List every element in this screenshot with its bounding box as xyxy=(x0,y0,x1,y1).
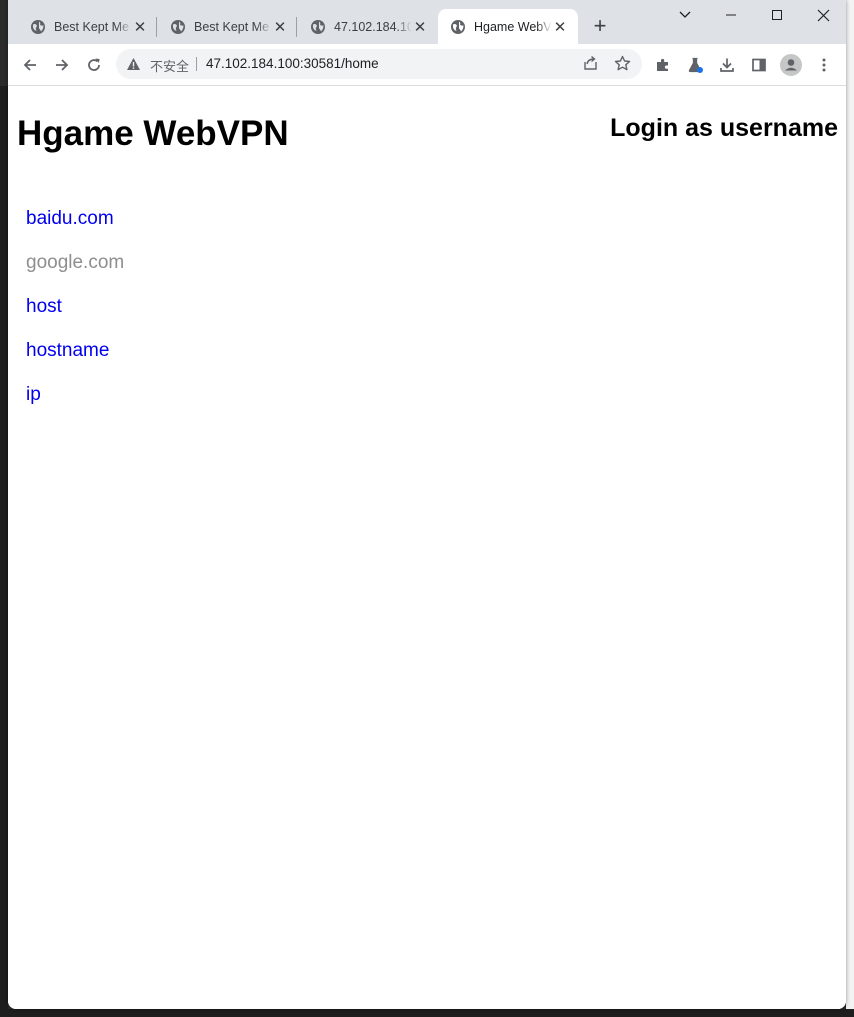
browser-toolbar: 不安全 47.102.184.100:30581/home xyxy=(8,44,846,86)
list-item: ip xyxy=(26,384,124,428)
chevron-down-icon xyxy=(679,11,691,18)
page-title: Hgame WebVPN xyxy=(17,114,289,153)
tab-3[interactable]: 47.102.184.10 ✕ xyxy=(298,9,438,44)
close-icon[interactable]: ✕ xyxy=(552,19,568,36)
link-hostname[interactable]: hostname xyxy=(26,340,109,361)
downloads-button[interactable] xyxy=(714,52,740,78)
tab-strip: Best Kept Me ✕ Best Kept Me ✕ 47.102.184… xyxy=(8,0,846,44)
browser-window: Best Kept Me ✕ Best Kept Me ✕ 47.102.184… xyxy=(8,0,846,1009)
star-icon[interactable] xyxy=(614,55,631,72)
tab-divider xyxy=(296,17,297,37)
tab-title: Best Kept Me xyxy=(194,19,270,34)
maximize-icon xyxy=(772,10,782,20)
tab-search-button[interactable] xyxy=(670,4,700,26)
puzzle-icon xyxy=(657,58,668,71)
download-icon xyxy=(720,58,734,72)
flask-icon xyxy=(688,57,703,73)
side-panel-button[interactable] xyxy=(746,52,772,78)
close-icon[interactable]: ✕ xyxy=(272,19,288,36)
list-item: host xyxy=(26,296,124,340)
more-vert-icon xyxy=(822,58,826,72)
background-bottom-strip xyxy=(0,1009,854,1017)
link-google[interactable]: google.com xyxy=(26,252,124,273)
background-editor-strip xyxy=(0,86,8,1016)
labs-button[interactable] xyxy=(682,52,708,78)
close-icon[interactable]: ✕ xyxy=(412,19,428,36)
security-status-label[interactable]: 不安全 xyxy=(150,56,189,75)
minimize-button[interactable] xyxy=(716,4,746,26)
tab-title: Best Kept Me xyxy=(54,19,130,34)
share-icon[interactable] xyxy=(582,55,599,72)
link-list: baidu.com google.com host hostname ip xyxy=(26,208,124,428)
globe-icon xyxy=(451,19,465,34)
profile-button[interactable] xyxy=(778,52,804,78)
list-item: hostname xyxy=(26,340,124,384)
tab-title: 47.102.184.10 xyxy=(334,19,412,34)
side-panel-icon xyxy=(752,58,766,72)
tab-2[interactable]: Best Kept Me ✕ xyxy=(158,9,298,44)
close-window-button[interactable] xyxy=(808,4,838,26)
arrow-left-icon xyxy=(23,59,36,71)
maximize-button[interactable] xyxy=(762,4,792,26)
tab-1[interactable]: Best Kept Me ✕ xyxy=(18,9,158,44)
link-ip[interactable]: ip xyxy=(26,384,41,405)
arrow-right-icon xyxy=(56,59,69,71)
warning-icon[interactable] xyxy=(126,57,141,71)
new-tab-button[interactable]: + xyxy=(588,15,612,39)
tab-4-active[interactable]: Hgame WebVPN ✕ xyxy=(438,9,578,44)
tab-title: Hgame WebVPN xyxy=(474,19,552,34)
globe-icon xyxy=(311,19,325,34)
link-host[interactable]: host xyxy=(26,296,62,317)
list-item: google.com xyxy=(26,252,124,296)
address-bar[interactable]: 不安全 47.102.184.100:30581/home xyxy=(116,49,642,79)
minimize-icon xyxy=(726,14,736,16)
globe-icon xyxy=(31,19,45,34)
reload-button[interactable] xyxy=(81,52,107,78)
extensions-button[interactable] xyxy=(650,52,676,78)
close-icon[interactable]: ✕ xyxy=(132,19,148,36)
menu-button[interactable] xyxy=(811,52,837,78)
list-item: baidu.com xyxy=(26,208,124,252)
web-page: Hgame WebVPN Login as username baidu.com… xyxy=(8,86,846,1009)
forward-button[interactable] xyxy=(49,52,75,78)
tab-divider xyxy=(156,17,157,37)
login-status: Login as username xyxy=(610,114,838,142)
globe-icon xyxy=(171,19,185,34)
background-app-strip xyxy=(846,0,854,1017)
omnibox-divider xyxy=(196,57,197,71)
back-button[interactable] xyxy=(17,52,43,78)
avatar-icon xyxy=(780,54,802,76)
url-text[interactable]: 47.102.184.100:30581/home xyxy=(206,56,379,71)
close-icon xyxy=(817,9,829,21)
reload-icon xyxy=(88,58,100,71)
link-baidu[interactable]: baidu.com xyxy=(26,208,114,229)
